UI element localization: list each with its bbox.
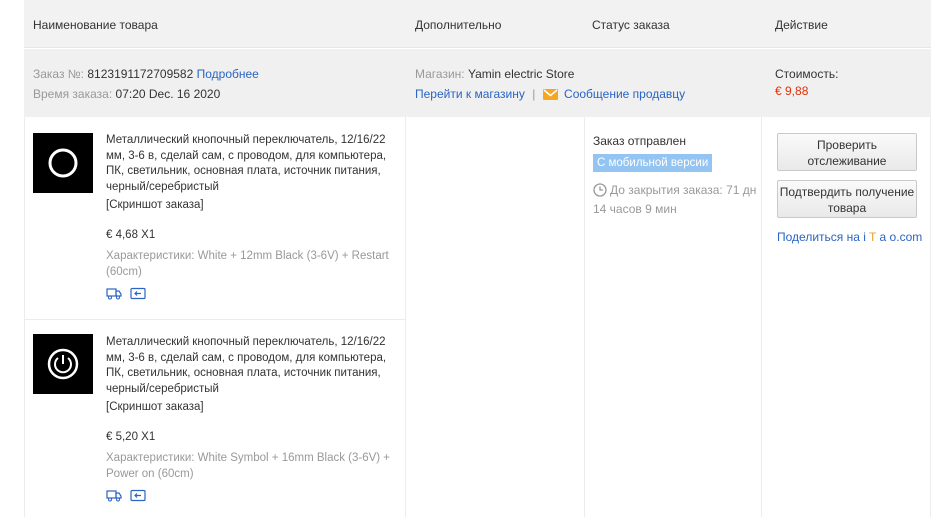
product-thumbnail[interactable] (33, 334, 93, 394)
share-site-char: .com (896, 230, 923, 244)
go-to-store-link[interactable]: Перейти к магазину (415, 87, 525, 101)
power-icon (47, 348, 79, 380)
share-link[interactable]: Поделиться на i T a o.com (777, 230, 922, 244)
order-snapshot-link[interactable]: [Скриншот заказа] (106, 401, 204, 413)
product-attributes: Характеристики: White Symbol + 16mm Blac… (106, 452, 391, 480)
share-site-char: T (869, 230, 877, 244)
store-line: Магазин: Yamin electric Store (415, 67, 574, 81)
product-title[interactable]: Металлический кнопочный переключатель, 1… (106, 133, 396, 195)
return-card-icon[interactable] (130, 287, 146, 300)
header-product-name: Наименование товара (33, 18, 158, 32)
column-divider (761, 117, 762, 517)
product-icons (106, 287, 146, 300)
share-site-char: i (863, 230, 866, 244)
product-icons (106, 489, 146, 502)
confirm-receipt-button[interactable]: Подтвердить получение товара (777, 180, 917, 218)
order-details-link[interactable]: Подробнее (197, 67, 259, 81)
header-order-status: Статус заказа (592, 18, 670, 32)
shipping-truck-icon[interactable] (106, 489, 122, 502)
link-separator: | (532, 87, 536, 101)
header-action: Действие (775, 18, 828, 32)
check-tracking-button[interactable]: Проверить отслеживание (777, 133, 917, 171)
product-attributes: Характеристики: White + 12mm Black (3-6V… (106, 250, 389, 278)
order-number-line: Заказ №: 8123191172709582 Подробнее (33, 67, 259, 81)
close-time-text: До закрытия заказа: 71 дн 14 часов 9 мин (593, 183, 757, 216)
store-label: Магазин: (415, 67, 465, 81)
mobile-version-badge: С мобильной версии (593, 154, 713, 172)
share-prefix: Поделиться на (777, 230, 860, 244)
order-close-countdown: До закрытия заказа: 71 дн 14 часов 9 мин (593, 182, 763, 217)
store-name: Yamin electric Store (467, 67, 575, 81)
envelope-icon (542, 89, 558, 103)
order-info-row: Заказ №: 8123191172709582 Подробнее Врем… (24, 49, 931, 117)
cost-label: Стоимость: (775, 67, 839, 81)
product-price: € 4,68 X1 (106, 229, 156, 241)
product-divider (24, 319, 405, 320)
order-time-line: Время заказа: 07:20 Dec. 16 2020 (33, 87, 220, 101)
product-price: € 5,20 X1 (106, 431, 156, 443)
shipping-truck-icon[interactable] (106, 287, 122, 300)
table-header: Наименование товара Дополнительно Статус… (24, 0, 931, 48)
clock-icon (593, 183, 607, 201)
order-time-label: Время заказа: (33, 87, 113, 101)
return-card-icon[interactable] (130, 489, 146, 502)
message-seller-link[interactable]: Сообщение продавцу (564, 87, 685, 101)
column-divider (584, 117, 585, 517)
order-snapshot-link[interactable]: [Скриншот заказа] (106, 199, 204, 211)
order-number-label: Заказ №: (33, 67, 85, 81)
product-title[interactable]: Металлический кнопочный переключатель, 1… (106, 335, 396, 397)
ring-icon (48, 148, 78, 178)
order-status-text: Заказ отправлен (593, 134, 686, 148)
store-links-line: Перейти к магазину | Сообщение продавцу (415, 87, 685, 103)
product-thumbnail[interactable] (33, 133, 93, 193)
header-additional: Дополнительно (415, 18, 502, 32)
order-time: 07:20 Dec. 16 2020 (115, 87, 221, 101)
share-site-char: a (879, 230, 887, 244)
order-cost: € 9,88 (775, 84, 809, 98)
order-number: 8123191172709582 (87, 67, 194, 81)
